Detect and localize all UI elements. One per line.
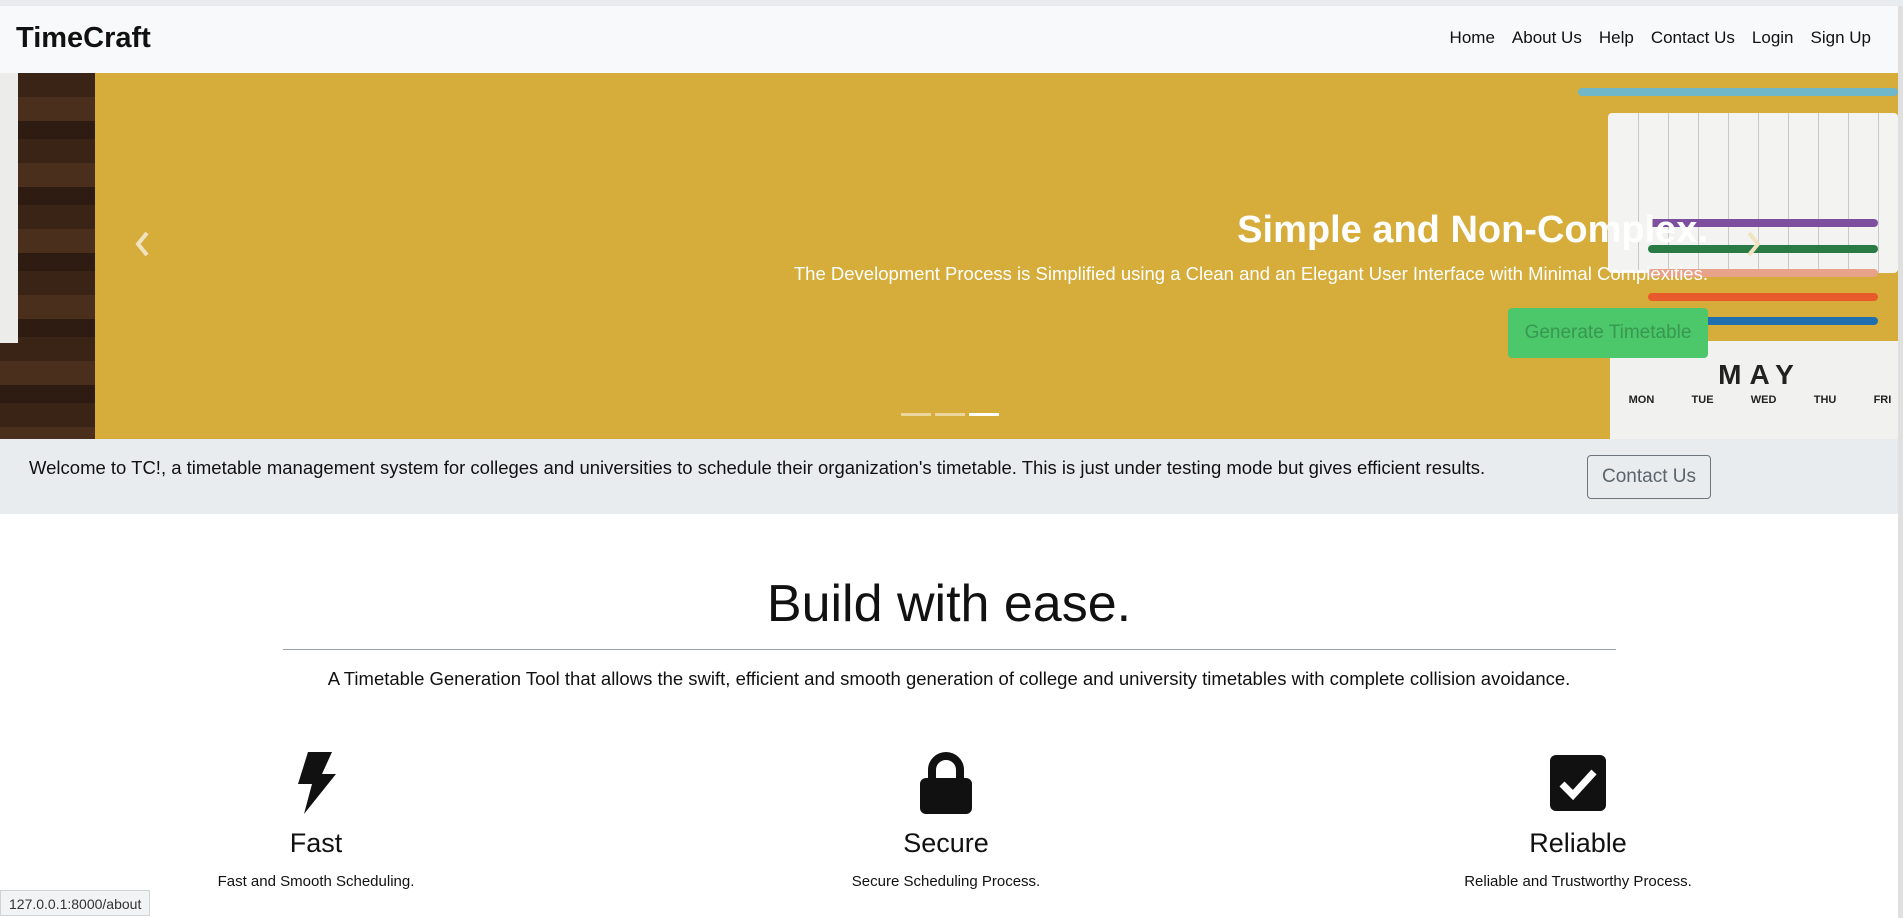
hero-subtitle: The Development Process is Simplified us… (793, 263, 1708, 284)
nav-links: Home About Us Help Contact Us Login Sign… (1450, 28, 1871, 48)
welcome-text: Welcome to TC!, a timetable management s… (29, 457, 1486, 478)
calendar-day: THU (1813, 394, 1837, 406)
feature-description: Secure Scheduling Process. (851, 873, 1041, 890)
paper-sheet-image (0, 73, 18, 343)
section-subtitle: A Timetable Generation Tool that allows … (327, 668, 1571, 689)
calendar-days: MON TUE WED THU FRI (1610, 394, 1898, 406)
nav-link-sign-up[interactable]: Sign Up (1811, 28, 1871, 48)
calendar-day: FRI (1873, 394, 1892, 406)
feature-description: Reliable and Trustworthy Process. (1464, 873, 1692, 890)
status-bar-url: 127.0.0.1:8000/about (0, 890, 151, 916)
feature-title: Reliable (1529, 828, 1627, 858)
chevron-left-icon[interactable] (133, 229, 151, 267)
feature-reliable: Reliable Reliable and Trustworthy Proces… (1428, 750, 1728, 890)
feature-title: Fast (289, 828, 343, 858)
nav-link-login[interactable]: Login (1752, 28, 1794, 48)
feature-title: Secure (903, 828, 989, 858)
scrollbar[interactable] (1898, 6, 1903, 918)
welcome-banner: Welcome to TC!, a timetable management s… (0, 439, 1898, 514)
calendar-day: TUE (1691, 394, 1714, 406)
nav-link-help[interactable]: Help (1599, 28, 1634, 48)
nav-link-about-us[interactable]: About Us (1512, 28, 1582, 48)
hero-title: Simple and Non-Complex. (1237, 209, 1708, 251)
section-title: Build with ease. (766, 575, 1132, 633)
brand-logo[interactable]: TimeCraft (16, 22, 151, 55)
nav-link-home[interactable]: Home (1450, 28, 1495, 48)
carousel-indicator[interactable] (935, 413, 965, 416)
pencil-image (1578, 88, 1898, 96)
feature-secure: Secure Secure Scheduling Process. (796, 750, 1096, 890)
carousel-indicator[interactable] (901, 413, 931, 416)
generate-timetable-button[interactable]: Generate Timetable (1508, 308, 1708, 358)
hero-carousel: MAY MON TUE WED THU FRI Simple and Non-C… (0, 73, 1898, 439)
calendar-month: MAY (1718, 359, 1802, 390)
lock-icon (796, 750, 1096, 816)
lightning-bolt-icon (166, 750, 466, 816)
wood-desk-image (0, 73, 95, 439)
pencil-image (1648, 293, 1878, 301)
nav-link-contact-us[interactable]: Contact Us (1651, 28, 1735, 48)
calendar-day: WED (1750, 394, 1777, 406)
chevron-right-icon[interactable] (1745, 229, 1763, 267)
calendar-day: MON (1628, 394, 1655, 406)
divider (283, 649, 1616, 650)
desk-items-image: MAY MON TUE WED THU FRI (1498, 73, 1898, 439)
feature-description: Fast and Smooth Scheduling. (217, 873, 415, 890)
contact-us-button[interactable]: Contact Us (1587, 455, 1711, 499)
checkbox-icon (1428, 750, 1728, 816)
feature-fast: Fast Fast and Smooth Scheduling. (166, 750, 466, 890)
carousel-indicators (901, 413, 999, 416)
carousel-indicator-active[interactable] (969, 413, 999, 416)
navbar: TimeCraft Home About Us Help Contact Us … (0, 6, 1903, 73)
